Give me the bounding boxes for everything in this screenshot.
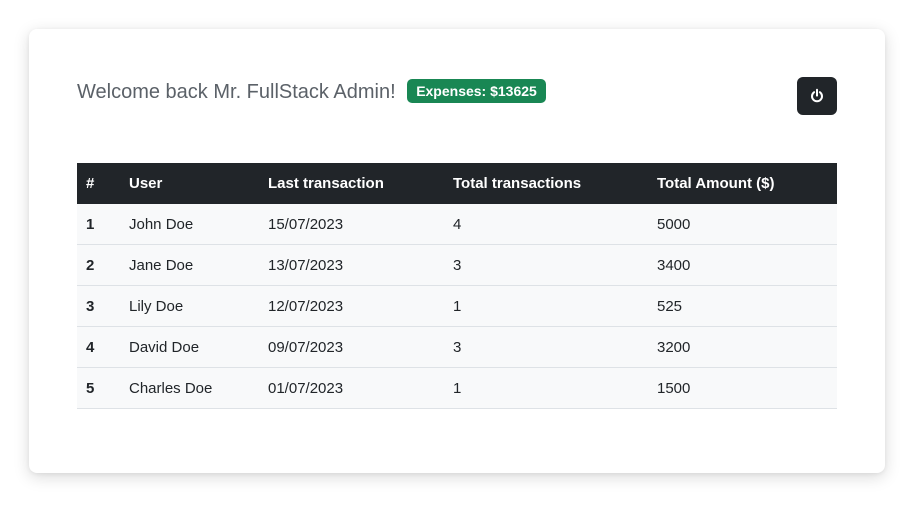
row-last-transaction: 09/07/2023 — [259, 326, 444, 368]
row-user: John Doe — [120, 204, 259, 245]
welcome-message: Welcome back Mr. FullStack Admin! Expens… — [77, 79, 546, 104]
row-total-transactions: 3 — [444, 244, 648, 286]
table-row: 5 Charles Doe 01/07/2023 1 1500 — [77, 367, 837, 409]
power-icon — [811, 88, 823, 103]
row-last-transaction: 01/07/2023 — [259, 367, 444, 409]
row-user: Lily Doe — [120, 285, 259, 327]
table-row: 3 Lily Doe 12/07/2023 1 525 — [77, 285, 837, 327]
row-last-transaction: 13/07/2023 — [259, 244, 444, 286]
welcome-text: Welcome back Mr. FullStack Admin! — [77, 81, 396, 103]
dashboard-header: Welcome back Mr. FullStack Admin! Expens… — [77, 77, 837, 117]
row-total-amount: 1500 — [648, 367, 837, 409]
row-total-amount: 5000 — [648, 204, 837, 245]
column-header-last-transaction: Last transaction — [259, 163, 444, 204]
table-header: # User Last transaction Total transactio… — [77, 163, 837, 204]
table-row: 4 David Doe 09/07/2023 3 3200 — [77, 326, 837, 368]
column-header-total-transactions: Total transactions — [444, 163, 648, 204]
column-header-user: User — [120, 163, 259, 204]
expenses-badge: Expenses: $13625 — [407, 79, 546, 103]
transactions-table: # User Last transaction Total transactio… — [77, 163, 837, 409]
row-user: Jane Doe — [120, 244, 259, 286]
logout-button[interactable] — [797, 77, 837, 115]
row-total-transactions: 4 — [444, 204, 648, 245]
row-index: 5 — [77, 367, 120, 409]
row-last-transaction: 15/07/2023 — [259, 204, 444, 245]
row-index: 1 — [77, 204, 120, 245]
table-row: 1 John Doe 15/07/2023 4 5000 — [77, 204, 837, 245]
column-header-index: # — [77, 163, 120, 204]
row-total-amount: 3400 — [648, 244, 837, 286]
row-total-transactions: 1 — [444, 367, 648, 409]
row-index: 2 — [77, 244, 120, 286]
table-body: 1 John Doe 15/07/2023 4 5000 2 Jane Doe … — [77, 204, 837, 409]
row-user: David Doe — [120, 326, 259, 368]
dashboard-card: Welcome back Mr. FullStack Admin! Expens… — [29, 29, 885, 473]
row-user: Charles Doe — [120, 367, 259, 409]
row-total-amount: 525 — [648, 285, 837, 327]
row-total-transactions: 3 — [444, 326, 648, 368]
table-row: 2 Jane Doe 13/07/2023 3 3400 — [77, 244, 837, 286]
row-index: 3 — [77, 285, 120, 327]
table-header-row: # User Last transaction Total transactio… — [77, 163, 837, 204]
column-header-total-amount: Total Amount ($) — [648, 163, 837, 204]
row-last-transaction: 12/07/2023 — [259, 285, 444, 327]
row-index: 4 — [77, 326, 120, 368]
row-total-amount: 3200 — [648, 326, 837, 368]
row-total-transactions: 1 — [444, 285, 648, 327]
